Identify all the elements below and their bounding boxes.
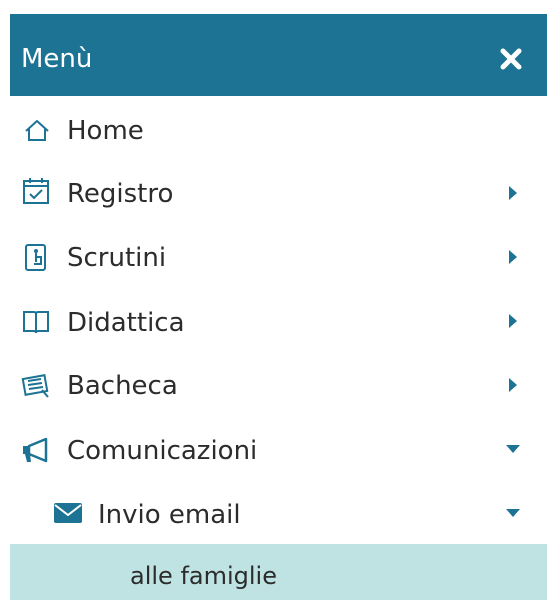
menu-item-label: Bacheca: [67, 371, 178, 401]
caret-right-icon: [504, 248, 522, 266]
menu-item-alle-famiglie[interactable]: alle famiglie: [10, 544, 547, 600]
megaphone-icon: [20, 435, 50, 465]
menu-item-bacheca[interactable]: Bacheca: [10, 354, 547, 416]
menu-item-label: Home: [67, 116, 144, 146]
menu-item-label: Scrutini: [67, 243, 167, 273]
caret-right-icon: [504, 184, 522, 202]
menu-item-label: Invio email: [98, 500, 241, 530]
notice-board-icon: [21, 370, 51, 400]
menu-item-comunicazioni[interactable]: Comunicazioni: [10, 418, 547, 480]
calendar-check-icon: [21, 176, 51, 206]
menu-item-registro[interactable]: Registro: [10, 162, 547, 224]
close-icon[interactable]: [498, 46, 524, 72]
side-menu: Menù Home Registro Scrutini Didattica Ba…: [10, 14, 547, 600]
menu-item-home[interactable]: Home: [10, 98, 547, 160]
caret-right-icon: [504, 376, 522, 394]
menu-item-invio-email[interactable]: Invio email: [10, 482, 547, 544]
menu-item-label: Comunicazioni: [67, 436, 258, 466]
home-icon: [22, 116, 52, 146]
menu-item-label: Didattica: [67, 308, 185, 338]
menu-item-label: alle famiglie: [130, 562, 277, 590]
menu-item-didattica[interactable]: Didattica: [10, 290, 547, 352]
menu-item-scrutini[interactable]: Scrutini: [10, 226, 547, 288]
menu-header: Menù: [10, 14, 547, 96]
tablet-hand-icon: [22, 242, 52, 272]
caret-right-icon: [504, 312, 522, 330]
menu-title: Menù: [21, 44, 93, 74]
menu-item-label: Registro: [67, 179, 174, 209]
envelope-icon: [52, 500, 82, 530]
open-book-icon: [21, 307, 51, 337]
caret-down-icon: [504, 504, 522, 522]
caret-down-icon: [504, 440, 522, 458]
